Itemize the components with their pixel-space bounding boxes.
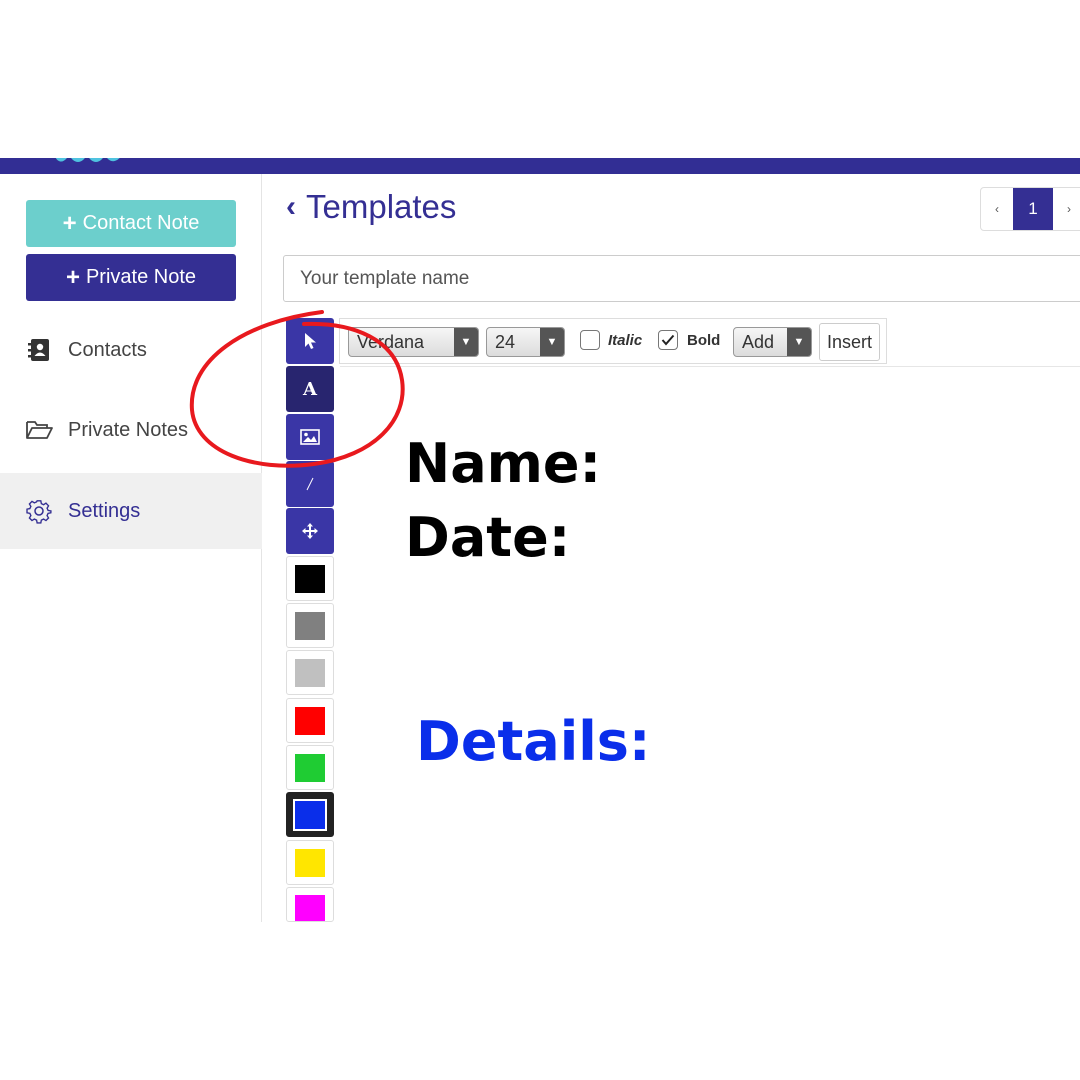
sidebar-item-label: Settings xyxy=(68,499,141,522)
gear-icon xyxy=(24,498,54,524)
line-tool-button[interactable] xyxy=(286,461,334,507)
color-chip xyxy=(293,798,327,831)
logo-fragment xyxy=(55,158,120,162)
address-book-icon xyxy=(24,337,54,363)
canvas-text-name[interactable]: Name: xyxy=(405,437,601,491)
pagination: ‹ 1 › xyxy=(980,187,1080,231)
back-button[interactable]: ‹ xyxy=(286,190,302,224)
font-size-select[interactable]: 24 ▼ xyxy=(486,327,565,357)
color-chip xyxy=(295,895,325,921)
font-select-value: Verdana xyxy=(357,331,425,352)
top-navigation-bar xyxy=(0,158,1080,174)
pagination-current-page[interactable]: 1 xyxy=(1013,188,1053,230)
sidebar-item-label: Contacts xyxy=(68,338,147,361)
insert-button[interactable]: Insert xyxy=(819,323,880,361)
color-chip xyxy=(295,658,325,687)
add-field-select[interactable]: Add ▼ xyxy=(733,327,812,357)
image-tool-button[interactable] xyxy=(286,414,334,460)
color-swatch-yellow[interactable] xyxy=(286,840,334,885)
page-title: Templates xyxy=(306,188,457,225)
checkmark-icon xyxy=(661,334,675,346)
sidebar-item-contacts[interactable]: Contacts xyxy=(0,312,262,388)
sidebar: + Contact Note + Private Note Contacts P xyxy=(0,174,262,922)
color-swatch-light-gray[interactable] xyxy=(286,650,334,695)
font-select[interactable]: Verdana ▼ xyxy=(348,327,479,357)
italic-label: Italic xyxy=(608,332,643,349)
italic-checkbox[interactable] xyxy=(580,330,600,350)
folder-open-icon xyxy=(24,417,54,443)
plus-icon: + xyxy=(62,209,77,237)
contact-note-label: Contact Note xyxy=(82,212,200,234)
chevron-down-icon: ▼ xyxy=(454,328,478,356)
canvas-text-details[interactable]: Details: xyxy=(416,715,650,769)
color-swatch-green[interactable] xyxy=(286,745,334,790)
sidebar-item-private-notes[interactable]: Private Notes xyxy=(0,392,262,468)
color-swatch-blue[interactable] xyxy=(286,792,334,837)
color-chip xyxy=(295,564,325,593)
chevron-down-icon: ▼ xyxy=(540,328,564,356)
text-format-toolbar: Verdana ▼ 24 ▼ Italic Bold Add ▼ Insert xyxy=(339,318,887,364)
color-swatch-black[interactable] xyxy=(286,556,334,601)
pointer-tool-button[interactable] xyxy=(286,318,334,364)
sidebar-item-settings[interactable]: Settings xyxy=(0,473,262,549)
move-tool-button[interactable] xyxy=(286,508,334,554)
move-icon xyxy=(302,523,318,539)
template-canvas[interactable]: Name: Date: Details: xyxy=(340,366,1080,922)
pagination-prev[interactable]: ‹ xyxy=(981,188,1013,230)
image-icon xyxy=(300,429,320,445)
sidebar-item-label: Private Notes xyxy=(68,418,189,441)
template-name-input[interactable] xyxy=(283,255,1080,302)
chevron-left-icon: ‹ xyxy=(286,190,296,223)
private-note-label: Private Note xyxy=(85,266,197,288)
color-chip xyxy=(295,706,325,735)
bold-label: Bold xyxy=(687,332,721,349)
font-size-value: 24 xyxy=(495,331,516,352)
color-chip xyxy=(295,848,325,877)
color-swatch-magenta[interactable] xyxy=(286,887,334,922)
bold-checkbox[interactable] xyxy=(658,330,678,350)
pagination-next[interactable]: › xyxy=(1053,188,1080,230)
pointer-icon xyxy=(305,333,316,349)
plus-icon: + xyxy=(65,263,80,291)
line-icon xyxy=(306,477,314,491)
chevron-down-icon: ▼ xyxy=(787,328,811,356)
text-icon: A xyxy=(303,378,317,400)
text-tool-button[interactable]: A xyxy=(286,366,334,412)
private-note-button[interactable]: + Private Note xyxy=(26,254,236,301)
color-swatch-red[interactable] xyxy=(286,698,334,743)
add-field-value: Add xyxy=(742,331,775,352)
color-chip xyxy=(295,611,325,640)
canvas-text-date[interactable]: Date: xyxy=(405,511,570,565)
color-swatch-gray[interactable] xyxy=(286,603,334,648)
color-chip xyxy=(295,753,325,782)
contact-note-button[interactable]: + Contact Note xyxy=(26,200,236,247)
